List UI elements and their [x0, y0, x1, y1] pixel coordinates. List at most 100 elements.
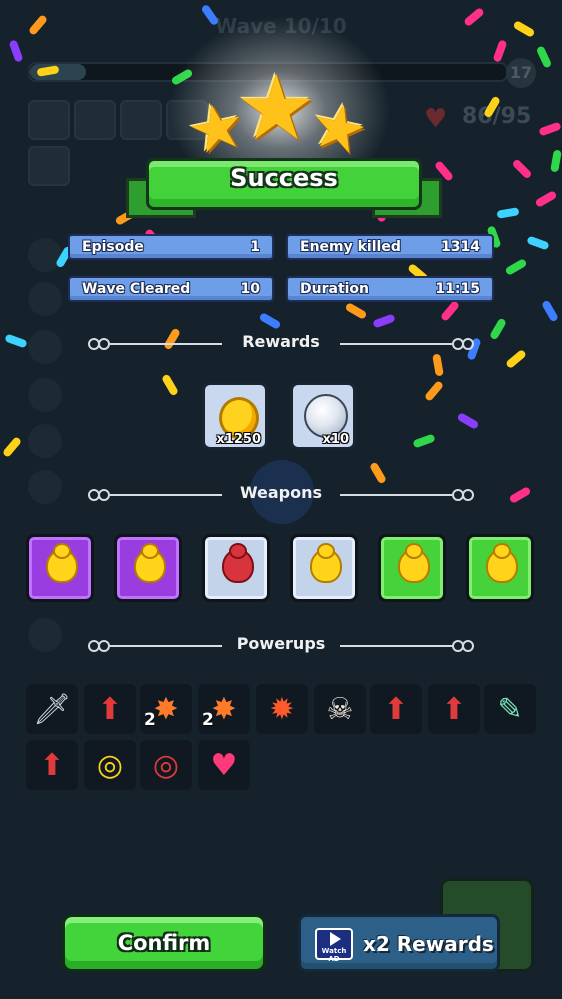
stat-wave-cleared: Wave Cleared 10	[68, 276, 274, 302]
confetti-piece	[492, 39, 508, 63]
background-slot	[28, 146, 70, 186]
confetti-piece	[439, 300, 461, 322]
weapon-slot-1[interactable]	[26, 534, 94, 602]
confirm-button-label: Confirm	[117, 931, 211, 955]
confetti-piece	[550, 149, 562, 173]
powerup-slot-4[interactable]: ✸ 2	[198, 684, 250, 734]
stat-enemy-killed-label: Enemy killed	[300, 239, 401, 255]
background-side-icon	[28, 618, 62, 652]
background-slot	[28, 100, 70, 140]
confetti-piece	[541, 299, 559, 323]
skull-icon: ☠	[326, 691, 354, 727]
powerup-slot-3-count: 2	[144, 710, 156, 730]
powerup-slot-10[interactable]: ⬆	[26, 740, 78, 790]
powerup-slot-12[interactable]: ◎	[140, 740, 192, 790]
confetti-piece	[511, 158, 533, 180]
confetti-piece	[372, 313, 396, 329]
confetti-piece	[504, 258, 528, 276]
watch-ad-badge: Watch AD	[315, 928, 353, 963]
confetti-piece	[8, 39, 24, 63]
background-heart-icon: ♥	[424, 104, 448, 134]
background-hp-label: 86/95	[462, 104, 532, 129]
background-side-icon	[28, 378, 62, 412]
powerup-slot-2[interactable]: ⬆	[84, 684, 136, 734]
stat-episode-value: 1	[250, 239, 260, 255]
weapon-slot-4[interactable]	[290, 534, 358, 602]
explosion-up-icon: ✸	[211, 691, 237, 727]
double-rewards-label: x2 Rewards	[363, 932, 494, 956]
powerups-section-header: Powerups	[88, 634, 474, 656]
sword-speed-icon: 🗡	[32, 691, 72, 727]
target-bullets-icon: ◎	[96, 747, 124, 783]
weapon-slot-6[interactable]	[466, 534, 534, 602]
cannon-fire-up-icon: ⬆	[441, 691, 467, 727]
stat-enemy-killed-value: 1314	[441, 239, 480, 255]
confetti-piece	[534, 190, 558, 208]
powerup-slot-9[interactable]: ✎	[484, 684, 536, 734]
confetti-piece	[538, 121, 562, 137]
play-icon	[330, 932, 341, 946]
confetti-piece	[456, 412, 480, 430]
reward-coins-count: x1250	[216, 432, 261, 447]
cannon-target-icon: ◎	[152, 747, 180, 783]
weapon-slot-2[interactable]	[114, 534, 182, 602]
confetti-piece	[489, 317, 507, 341]
background-slot	[74, 100, 116, 140]
powerup-slot-7[interactable]: ⬆	[370, 684, 422, 734]
cannon-fire-up-icon: ⬆	[383, 691, 409, 727]
reward-coins[interactable]: x1250	[202, 382, 268, 450]
background-side-icon	[28, 330, 62, 364]
double-rewards-button[interactable]: Watch AD x2 Rewards	[298, 914, 500, 972]
explosion-cross-icon: ✹	[269, 691, 295, 727]
explosion-plus-icon: ✸	[153, 691, 179, 727]
strength-heart-icon: ♥	[210, 747, 238, 783]
stat-enemy-killed: Enemy killed 1314	[286, 234, 494, 260]
powerup-slot-6[interactable]: ☠	[314, 684, 366, 734]
weapons-section-title: Weapons	[239, 483, 323, 502]
weapon-slot-3[interactable]	[202, 534, 270, 602]
powerup-slot-5[interactable]: ✹	[256, 684, 308, 734]
watch-ad-text: Watch AD	[321, 947, 347, 963]
syringe-icon: ✎	[497, 691, 523, 727]
background-side-icon	[28, 424, 62, 458]
powerup-slot-13[interactable]: ♥	[198, 740, 250, 790]
confetti-piece	[412, 433, 436, 449]
stat-wave-cleared-value: 10	[240, 281, 260, 297]
star-center-icon: ★	[236, 56, 317, 161]
powerup-slot-8[interactable]: ⬆	[428, 684, 480, 734]
stat-wave-cleared-label: Wave Cleared	[82, 281, 191, 297]
stat-duration-label: Duration	[300, 281, 370, 297]
confetti-piece	[505, 348, 527, 370]
background-side-icon	[28, 470, 62, 504]
background-side-icon	[28, 238, 62, 272]
confetti-piece	[369, 461, 387, 485]
stat-duration: Duration 11:15	[286, 276, 494, 302]
stat-episode-label: Episode	[82, 239, 144, 255]
reward-pearls[interactable]: x10	[290, 382, 356, 450]
stat-episode: Episode 1	[68, 234, 274, 260]
confetti-piece	[508, 486, 532, 504]
powerup-slot-4-count: 2	[202, 710, 214, 730]
confetti-piece	[423, 380, 445, 402]
confetti-piece	[4, 333, 28, 349]
confetti-piece	[535, 45, 553, 69]
confirm-button[interactable]: Confirm	[62, 914, 266, 972]
stat-duration-value: 11:15	[435, 281, 480, 297]
rewards-section-header: Rewards	[88, 332, 474, 354]
background-side-icon	[28, 282, 62, 316]
powerups-section-title: Powerups	[236, 634, 326, 653]
weapon-slot-5[interactable]	[378, 534, 446, 602]
confetti-piece	[526, 235, 550, 251]
cannon-up-icon: ⬆	[97, 691, 123, 727]
powerup-slot-1[interactable]: 🗡	[26, 684, 78, 734]
reward-pearls-count: x10	[322, 432, 349, 447]
confetti-piece	[1, 436, 23, 458]
rewards-section-title: Rewards	[242, 332, 320, 351]
confetti-piece	[496, 207, 520, 219]
success-title: Success	[230, 164, 338, 192]
powerup-slot-3[interactable]: ✸ 2	[140, 684, 192, 734]
background-level-badge: 17	[506, 58, 536, 88]
weapons-section-header: Weapons	[88, 483, 474, 505]
cannon-up-icon: ⬆	[39, 747, 65, 783]
powerup-slot-11[interactable]: ◎	[84, 740, 136, 790]
